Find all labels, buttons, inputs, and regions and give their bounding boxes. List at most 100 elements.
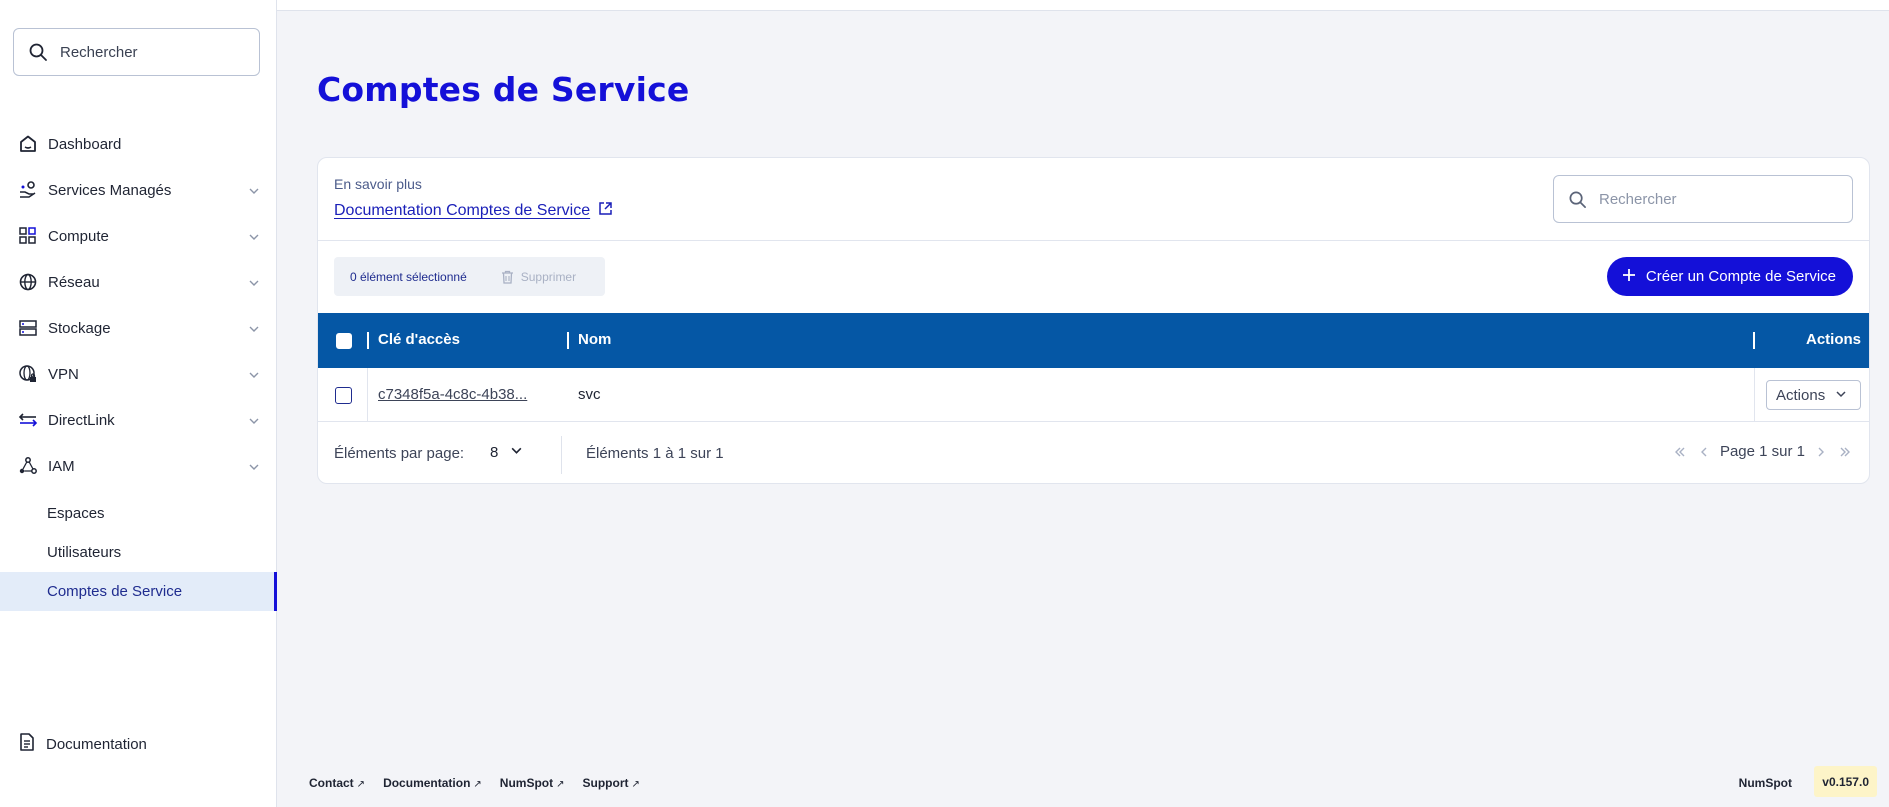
- globe-icon: [17, 271, 39, 293]
- home-icon: [17, 133, 39, 155]
- selection-bar: 0 élément sélectionné Supprimer: [334, 257, 605, 296]
- compute-icon: [17, 225, 39, 247]
- external-arrow-icon: ↗: [556, 779, 565, 790]
- previous-page-icon[interactable]: [1696, 444, 1712, 460]
- sidebar-subitem-service-accounts[interactable]: Comptes de Service: [0, 572, 277, 611]
- chevron-down-icon: [248, 322, 260, 334]
- footer-brand: NumSpot: [1738, 776, 1792, 790]
- storage-icon: [17, 317, 39, 339]
- footer-links: Contact ↗ Documentation ↗ NumSpot ↗ Support…: [309, 776, 640, 790]
- footer-link-label: Support: [582, 776, 629, 790]
- chevron-down-icon: [248, 184, 260, 196]
- column-header-access-key[interactable]: Clé d'accès: [378, 331, 460, 348]
- column-header-actions: Actions: [1805, 331, 1861, 348]
- table-search-input[interactable]: [1599, 190, 1839, 208]
- next-page-icon[interactable]: [1813, 444, 1829, 460]
- column-header-name[interactable]: Nom: [578, 331, 611, 348]
- items-per-page-label: Éléments par page:: [334, 445, 465, 462]
- sidebar-item-label: Dashboard: [48, 135, 122, 153]
- actions-label: Actions: [1776, 386, 1826, 404]
- sidebar-item-label: DirectLink: [48, 411, 115, 429]
- table-search[interactable]: [1553, 175, 1853, 223]
- sidebar-item-label: Compute: [48, 227, 109, 245]
- documentation-link[interactable]: Documentation Comptes de Service: [334, 201, 613, 221]
- page-footer: Contact ↗ Documentation ↗ NumSpot ↗ Support…: [277, 764, 1889, 807]
- sidebar-item-compute[interactable]: Compute: [0, 213, 276, 259]
- footer-link-label: NumSpot: [499, 776, 554, 790]
- iam-icon: [17, 455, 39, 477]
- first-page-icon[interactable]: [1672, 444, 1688, 460]
- sidebar-search-input[interactable]: [60, 43, 240, 61]
- service-account-name: svc: [578, 386, 601, 403]
- items-per-page-value: 8: [490, 444, 499, 461]
- row-checkbox[interactable]: [335, 387, 352, 404]
- table-header: Clé d'accès Nom Actions: [318, 313, 1869, 368]
- top-bar: [277, 0, 1889, 11]
- service-accounts-card: En savoir plus Documentation Comptes de …: [317, 157, 1870, 484]
- divider: [318, 240, 1869, 241]
- page-title: Comptes de Service: [317, 70, 690, 109]
- last-page-icon[interactable]: [1837, 444, 1853, 460]
- chevron-down-icon: [248, 368, 260, 380]
- sidebar-item-directlink[interactable]: DirectLink: [0, 397, 276, 443]
- cell-divider: [367, 368, 368, 421]
- external-arrow-icon: ↗: [356, 779, 366, 790]
- sidebar-item-network[interactable]: Réseau: [0, 259, 276, 305]
- search-icon: [1568, 190, 1587, 209]
- delete-button[interactable]: Supprimer: [501, 270, 576, 284]
- sidebar-search[interactable]: [13, 28, 260, 76]
- chevron-down-icon: [248, 276, 260, 288]
- items-range-text: Éléments 1 à 1 sur 1: [586, 445, 724, 462]
- sidebar-item-label: Services Managés: [48, 181, 172, 199]
- chevron-down-icon: [510, 444, 523, 461]
- row-actions-dropdown[interactable]: Actions: [1766, 380, 1861, 410]
- sidebar-subitem-spaces[interactable]: Espaces: [0, 494, 276, 533]
- trash-icon: [501, 270, 514, 284]
- sidebar-item-iam[interactable]: IAM: [0, 443, 276, 489]
- plus-icon: [1622, 268, 1636, 286]
- footer-link-label: Documentation: [383, 776, 471, 790]
- version-badge: v0.157.0: [1814, 766, 1877, 797]
- footer-link-documentation[interactable]: Documentation ↗: [383, 776, 482, 790]
- column-resize-handle[interactable]: [1753, 332, 1755, 349]
- sidebar-item-managed-services[interactable]: Services Managés: [0, 167, 276, 213]
- external-arrow-icon: ↗: [631, 779, 640, 790]
- document-icon: [17, 732, 37, 757]
- footer-link-label: Contact: [309, 776, 354, 790]
- cell-divider: [1754, 368, 1755, 421]
- page-indicator: Page 1 sur 1: [1719, 443, 1805, 460]
- chevron-down-icon: [248, 230, 260, 242]
- column-resize-handle[interactable]: [567, 332, 569, 349]
- access-key-link[interactable]: c7348f5a-4c8c-4b38...: [378, 386, 540, 403]
- select-all-checkbox[interactable]: [336, 333, 352, 349]
- table-row: c7348f5a-4c8c-4b38... svc Actions: [318, 368, 1869, 422]
- sidebar-documentation-label: Documentation: [46, 736, 147, 753]
- selection-count: 0 élément sélectionné: [350, 269, 467, 284]
- vpn-icon: [17, 363, 39, 385]
- create-button-label: Créer un Compte de Service: [1645, 268, 1836, 285]
- search-icon: [28, 42, 48, 62]
- documentation-link-text: Documentation Comptes de Service: [334, 202, 591, 219]
- footer-link-contact[interactable]: Contact ↗: [309, 776, 365, 790]
- external-link-icon: [598, 201, 613, 221]
- footer-link-numspot[interactable]: NumSpot ↗: [500, 776, 565, 790]
- sidebar-item-dashboard[interactable]: Dashboard: [0, 121, 276, 167]
- sidebar-item-vpn[interactable]: VPN: [0, 351, 276, 397]
- pagination-bar: Éléments par page: 8 Éléments 1 à 1 sur …: [318, 422, 1869, 483]
- chevron-down-icon: [248, 414, 260, 426]
- sidebar-subitem-users[interactable]: Utilisateurs: [0, 533, 276, 572]
- page-navigation: Page 1 sur 1: [1672, 443, 1853, 460]
- sidebar-item-storage[interactable]: Stockage: [0, 305, 276, 351]
- external-arrow-icon: ↗: [473, 779, 482, 790]
- items-per-page-select[interactable]: 8: [490, 444, 523, 461]
- chevron-down-icon: [1835, 387, 1847, 404]
- create-service-account-button[interactable]: Créer un Compte de Service: [1606, 257, 1853, 296]
- divider: [561, 436, 562, 474]
- sidebar-item-label: VPN: [48, 365, 79, 383]
- sidebar-documentation-link[interactable]: Documentation: [17, 732, 147, 757]
- column-resize-handle[interactable]: [367, 332, 369, 349]
- sidebar-nav: Dashboard Services Managés Compute Résea…: [0, 121, 277, 611]
- footer-link-support[interactable]: Support ↗: [583, 776, 640, 790]
- learn-more-label: En savoir plus: [334, 176, 422, 192]
- sidebar: Dashboard Services Managés Compute: [0, 0, 277, 807]
